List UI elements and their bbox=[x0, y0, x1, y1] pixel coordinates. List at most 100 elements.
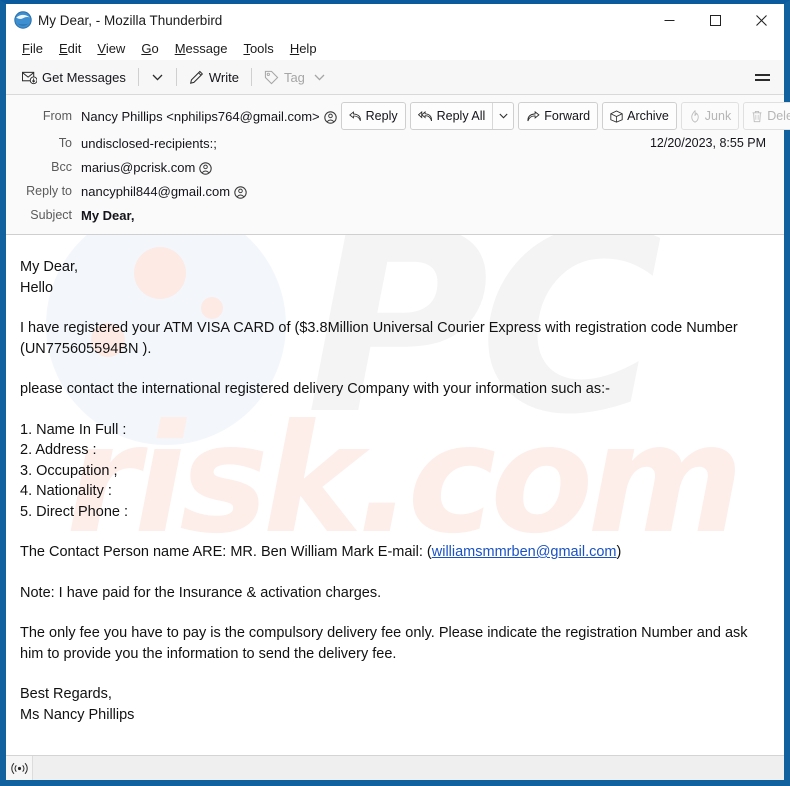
get-messages-label: Get Messages bbox=[42, 69, 126, 85]
delete-label: Delete bbox=[767, 109, 790, 123]
greeting-block: My Dear, Hello bbox=[20, 257, 770, 298]
header-row-from: From Nancy Phillips <nphilips764@gmail.c… bbox=[6, 101, 790, 131]
signoff-line-2: Ms Nancy Phillips bbox=[20, 706, 135, 723]
info-list: 1. Name In Full : 2. Address : 3. Occupa… bbox=[20, 420, 770, 523]
message-date: 12/20/2023, 8:55 PM bbox=[649, 136, 766, 150]
reply-to-label: Reply to bbox=[26, 184, 72, 198]
reply-to-value[interactable]: nancyphil844@gmail.com bbox=[81, 184, 247, 199]
menu-message[interactable]: Message bbox=[167, 39, 236, 58]
toolbar-divider-2 bbox=[175, 68, 177, 86]
hamburger-menu-icon bbox=[755, 73, 770, 76]
get-messages-button[interactable]: Get Messages bbox=[16, 67, 132, 88]
minimize-button[interactable] bbox=[646, 4, 692, 36]
paragraph-fee: The only fee you have to pay is the comp… bbox=[20, 625, 748, 662]
subject-value: My Dear, bbox=[81, 207, 135, 223]
to-text: undisclosed-recipients:; bbox=[81, 135, 217, 151]
tag-label: Tag bbox=[283, 69, 305, 85]
broadcast-icon-glyph bbox=[10, 762, 28, 774]
archive-label: Archive bbox=[627, 109, 669, 123]
menu-file[interactable]: File bbox=[14, 39, 51, 58]
reply-all-button[interactable]: Reply All bbox=[411, 103, 493, 129]
menu-tools[interactable]: Tools bbox=[235, 39, 281, 58]
broadcast-icon[interactable] bbox=[6, 756, 33, 780]
subject-label: Subject bbox=[30, 208, 72, 222]
toolbar-divider-1 bbox=[137, 68, 139, 86]
contact-avatar-icon bbox=[323, 110, 337, 124]
junk-label: Junk bbox=[704, 109, 732, 123]
junk-flame-icon bbox=[691, 109, 699, 123]
get-messages-dropdown-button[interactable] bbox=[145, 71, 170, 84]
forward-icon bbox=[527, 110, 540, 121]
contact-person-prefix: The Contact Person name ARE: MR. Ben Wil… bbox=[20, 544, 432, 560]
maximize-button[interactable] bbox=[692, 4, 738, 36]
to-label: To bbox=[58, 136, 72, 150]
header-row-bcc: Bcc marius@pcrisk.com bbox=[6, 155, 784, 179]
reply-all-dropdown-button[interactable] bbox=[492, 103, 513, 129]
list-item: 5. Direct Phone : bbox=[20, 503, 128, 520]
paragraph-note: Note: I have paid for the Insurance & ac… bbox=[20, 584, 382, 601]
list-item: 4. Nationality : bbox=[20, 483, 112, 499]
contact-email-link[interactable]: williamsmmrben@gmail.com bbox=[432, 544, 617, 560]
reply-to-text: nancyphil844@gmail.com bbox=[81, 183, 231, 199]
list-item: 1. Name In Full : bbox=[20, 421, 127, 438]
message-body: PC risk.com My Dear, Hello I have regist… bbox=[6, 235, 784, 755]
maximize-icon bbox=[709, 14, 721, 26]
app-menu-button[interactable] bbox=[747, 70, 778, 85]
header-row-subject: Subject My Dear, bbox=[6, 203, 784, 227]
junk-button[interactable]: Junk bbox=[680, 102, 740, 130]
greeting-line-1: My Dear, bbox=[20, 259, 79, 275]
thunderbird-window: My Dear, - Mozilla Thunderbird File Edit… bbox=[0, 0, 790, 786]
paragraph-contact-company: please contact the international registe… bbox=[20, 381, 610, 397]
window-controls bbox=[646, 4, 784, 36]
chevron-down-icon bbox=[499, 113, 508, 119]
chevron-down-icon bbox=[152, 74, 163, 81]
menu-bar: File Edit View Go Message Tools Help bbox=[6, 36, 784, 60]
thunderbird-logo-icon bbox=[14, 11, 32, 29]
window-title: My Dear, - Mozilla Thunderbird bbox=[38, 12, 223, 28]
trash-icon bbox=[752, 110, 762, 122]
reply-button[interactable]: Reply bbox=[340, 102, 406, 130]
write-label: Write bbox=[208, 69, 239, 85]
close-icon bbox=[755, 14, 767, 26]
tag-button[interactable]: Tag bbox=[258, 67, 331, 88]
hamburger-menu-icon bbox=[755, 78, 770, 81]
menu-edit[interactable]: Edit bbox=[51, 39, 89, 58]
from-text: Nancy Phillips <nphilips764@gmail.com> bbox=[81, 108, 320, 124]
menu-help[interactable]: Help bbox=[282, 39, 325, 58]
reply-all-label: Reply All bbox=[436, 109, 486, 123]
pencil-icon bbox=[189, 70, 203, 84]
from-value[interactable]: Nancy Phillips <nphilips764@gmail.com> bbox=[81, 109, 337, 124]
forward-button[interactable]: Forward bbox=[518, 102, 599, 130]
tag-icon bbox=[264, 70, 279, 84]
message-action-buttons: Reply Reply All Forward Archive Junk Del… bbox=[337, 102, 790, 130]
paragraph-contact-person: The Contact Person name ARE: MR. Ben Wil… bbox=[20, 542, 770, 563]
title-bar: My Dear, - Mozilla Thunderbird bbox=[6, 4, 784, 36]
signoff-block: Best Regards, Ms Nancy Phillips bbox=[20, 684, 770, 725]
to-value[interactable]: undisclosed-recipients:; bbox=[81, 136, 217, 151]
forward-label: Forward bbox=[544, 109, 591, 123]
main-toolbar: Get Messages Write Tag bbox=[6, 60, 784, 95]
delete-button[interactable]: Delete bbox=[743, 102, 790, 130]
list-item: 3. Occupation ; bbox=[20, 462, 118, 479]
reply-icon bbox=[348, 110, 361, 121]
close-button[interactable] bbox=[738, 4, 784, 36]
archive-box-icon bbox=[610, 109, 623, 123]
greeting-line-2: Hello bbox=[20, 279, 54, 296]
status-bar bbox=[6, 755, 784, 780]
contact-avatar-icon bbox=[199, 161, 213, 175]
contact-avatar-icon bbox=[234, 185, 247, 199]
message-body-text: My Dear, Hello I have registered your AT… bbox=[6, 235, 784, 725]
envelope-download-icon bbox=[22, 71, 37, 84]
header-row-reply-to: Reply to nancyphil844@gmail.com bbox=[6, 179, 784, 203]
write-button[interactable]: Write bbox=[183, 67, 245, 88]
chevron-down-icon bbox=[314, 74, 325, 81]
archive-button[interactable]: Archive bbox=[602, 102, 677, 130]
menu-view[interactable]: View bbox=[89, 39, 133, 58]
contact-person-suffix: ) bbox=[616, 544, 622, 560]
menu-go[interactable]: Go bbox=[133, 39, 166, 58]
bcc-value[interactable]: marius@pcrisk.com bbox=[81, 160, 213, 175]
reply-label: Reply bbox=[365, 109, 398, 123]
reply-all-icon bbox=[417, 110, 432, 121]
bcc-label: Bcc bbox=[51, 160, 72, 174]
list-item: 2. Address : bbox=[20, 442, 97, 458]
